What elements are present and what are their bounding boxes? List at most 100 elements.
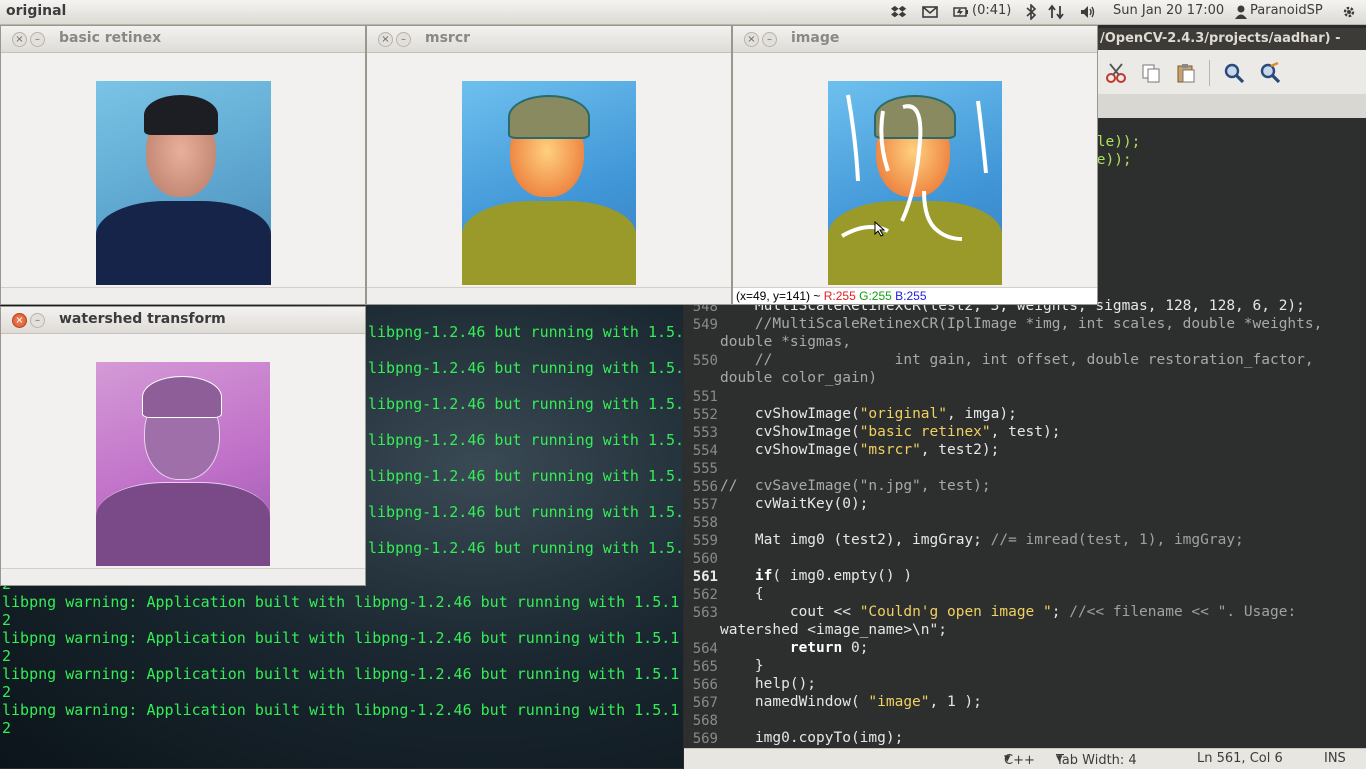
terminal-count: 2 [2,611,12,629]
code-line: cout << "Couldn'g open image "; //<< fil… [720,604,1297,620]
line-number: 555 [692,461,718,477]
volume-icon[interactable] [1080,4,1096,20]
code-line: } [720,658,764,674]
tab-width-selector[interactable]: Tab Width: 4 ▾ [1056,751,1137,768]
window-titlebar[interactable]: × – image [733,26,1097,53]
terminal-line: libpng-1.2.46 but running with 1.5.1 [368,467,683,485]
line-number: 556 [692,479,718,495]
line-number: 551 [692,389,718,405]
code-line: namedWindow( "image", 1 ); [720,694,982,710]
window-msrcr[interactable]: × – msrcr [366,25,732,305]
toolbar-separator [1209,60,1210,86]
window-image[interactable]: × – image (x=49, y=141) ~ R:255 G:255 B:… [732,25,1098,305]
code-line: watershed <image_name>\n"; [720,622,947,638]
line-number: 550 [692,353,718,369]
mail-icon[interactable] [922,4,938,20]
line-number: 567 [692,695,718,711]
close-icon[interactable]: × [744,32,759,47]
line-number: 562 [692,587,718,603]
minimize-icon[interactable]: – [30,313,45,328]
terminal-count: 2 [2,647,12,665]
code-line: { [720,586,764,602]
msrcr-image [462,81,636,285]
find-replace-icon[interactable] [1259,62,1281,84]
line-number: 560 [692,551,718,567]
mouse-cursor-icon [874,221,886,237]
portrait-clothes [96,201,271,285]
close-icon[interactable]: × [378,32,393,47]
minimize-icon[interactable]: – [762,32,777,47]
window-titlebar[interactable]: × – msrcr [367,26,731,53]
code-line: cvShowImage("basic retinex", test); [720,424,1061,440]
window-titlebar[interactable]: × – watershed transform [1,307,365,334]
terminal-line: libpng-1.2.46 but running with 1.5.1 [368,323,683,341]
paste-icon[interactable] [1175,62,1197,84]
search-icon[interactable] [1223,62,1245,84]
editor-tab-bar [1097,94,1366,118]
terminal-line: libpng-1.2.46 but running with 1.5.1 [368,431,683,449]
cut-icon[interactable] [1105,62,1127,84]
window-statusbar [1,568,365,585]
minimize-icon[interactable]: – [30,32,45,47]
user-name[interactable]: ParanoidSP [1250,3,1323,18]
pixel-readout: (x=49, y=141) ~ R:255 G:255 B:255 [736,289,927,303]
portrait-hair [508,95,590,139]
editor-toolbar [1097,50,1366,118]
marker-image[interactable] [828,81,1002,285]
window-statusbar [1,287,365,304]
power-gear-icon[interactable] [1341,4,1357,20]
code-line: double color_gain) [720,370,878,386]
active-app-title: original [6,3,67,19]
terminal-count: 2 [2,719,12,737]
copy-icon[interactable] [1140,62,1162,84]
code-line: Mat img0 (test2), imgGray; //= imread(te… [720,532,1244,548]
line-number: 565 [692,659,718,675]
code-line: cvShowImage("original", imga); [720,406,1017,422]
battery-icon[interactable] [953,4,969,20]
window-watershed-transform[interactable]: × – watershed transform [0,306,366,586]
editor-window-title: /OpenCV-2.4.3/projects/aadhar) - [1097,28,1366,50]
portrait-hair [142,376,222,418]
battery-time: (0:41) [972,3,1012,18]
line-number: 554 [692,443,718,459]
user-icon[interactable] [1233,4,1249,20]
window-basic-retinex[interactable]: × – basic retinex [0,25,366,305]
window-statusbar: (x=49, y=141) ~ R:255 G:255 B:255 [733,287,1097,304]
line-number: 568 [692,713,718,729]
code-line: cvShowImage("msrcr", test2); [720,442,1000,458]
line-number: 564 [692,641,718,657]
line-number: 557 [692,497,718,513]
code-line: return 0; [789,640,869,656]
bluetooth-icon[interactable] [1023,4,1039,20]
terminal-count: 2 [2,683,12,701]
terminal-line: libpng-1.2.46 but running with 1.5.1 [368,395,683,413]
minimize-icon[interactable]: – [396,32,411,47]
watershed-markers [841,94,988,241]
insert-mode: INS [1324,751,1346,766]
terminal-warning: libpng warning: Application built with l… [2,665,680,683]
close-icon[interactable]: × [12,313,27,328]
network-icon[interactable] [1048,4,1064,20]
portrait-clothes [462,201,636,285]
dropbox-icon[interactable] [891,4,907,20]
terminal-line: libpng-1.2.46 but running with 1.5.1 [368,539,683,557]
code-line: help(); [720,676,817,692]
line-number: 552 [692,407,718,423]
clock[interactable]: Sun Jan 20 17:00 [1113,3,1224,18]
terminal-line: libpng-1.2.46 but running with 1.5.1 [368,503,683,521]
window-title: basic retinex [59,30,162,46]
terminal-line: libpng-1.2.46 but running with 1.5.1 [368,359,683,377]
code-line: double *sigmas, [720,334,851,350]
window-statusbar [367,287,731,304]
window-titlebar[interactable]: × – basic retinex [1,26,365,53]
line-number: 553 [692,425,718,441]
code-line: img0.copyTo(img); [720,730,904,746]
top-panel: original (0:41) Sun Jan 20 17:00 Paranoi… [0,0,1366,25]
line-number: 563 [692,605,718,621]
line-number: 569 [692,731,718,747]
close-icon[interactable]: × [12,32,27,47]
line-number: 558 [692,515,718,531]
window-title: msrcr [425,30,471,46]
language-selector[interactable]: C++ ▾ [1004,751,1035,768]
terminal-warning: libpng warning: Application built with l… [2,629,680,647]
